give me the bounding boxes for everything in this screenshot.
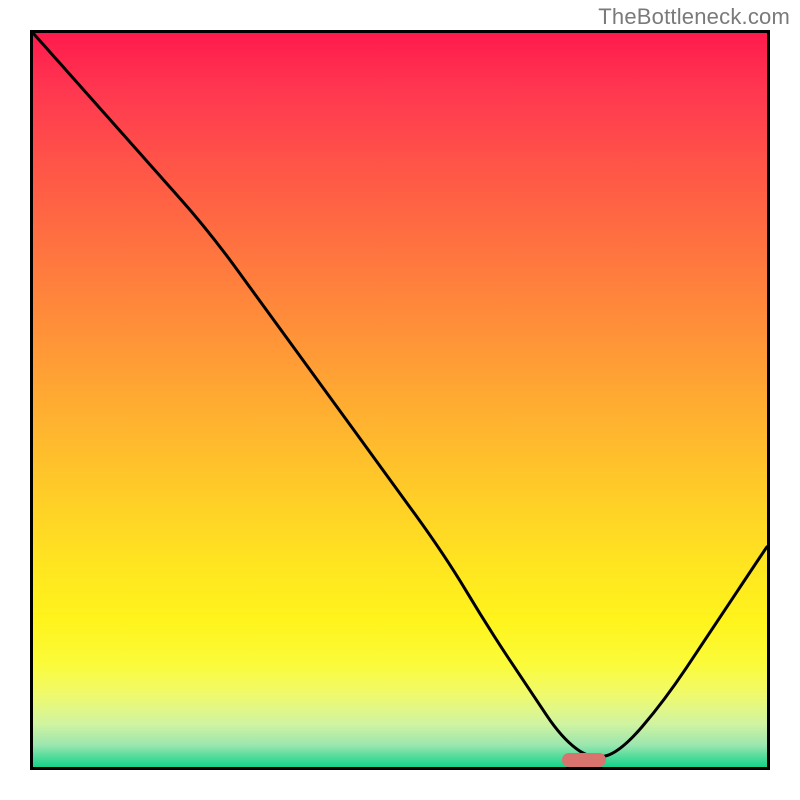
- plot-frame: [30, 30, 770, 770]
- optimum-marker: [562, 753, 606, 767]
- watermark-text: TheBottleneck.com: [598, 4, 790, 30]
- chart-container: TheBottleneck.com: [0, 0, 800, 800]
- curve-svg: [33, 33, 767, 767]
- bottleneck-curve: [33, 33, 767, 757]
